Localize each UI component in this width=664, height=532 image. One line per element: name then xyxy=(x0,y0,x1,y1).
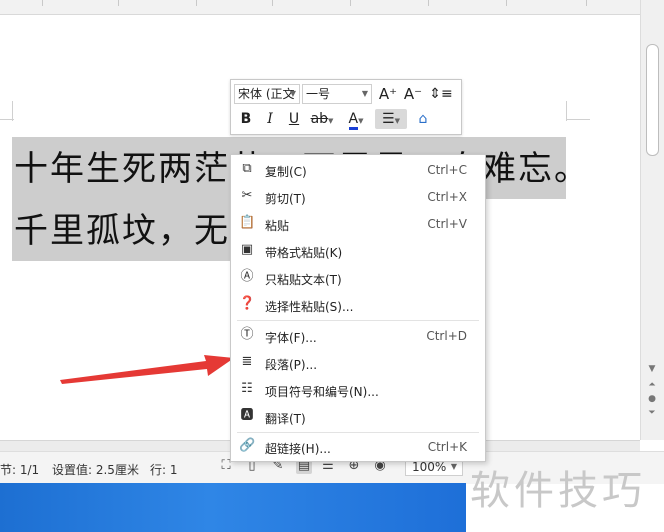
paste-text-icon: Ⓐ xyxy=(240,269,254,284)
menu-item-label: 字体(F)... xyxy=(265,331,317,345)
menu-item-label: 翻译(T) xyxy=(265,412,306,426)
prev-page-icon[interactable]: ⏶ xyxy=(645,380,659,390)
shrink-font-button[interactable]: A⁻ xyxy=(402,84,424,104)
bullets-icon: ☷ xyxy=(241,381,253,396)
menu-item-paste[interactable]: 📋 粘贴 Ctrl+V xyxy=(231,211,485,237)
copy-icon: ⧉ xyxy=(242,161,252,176)
font-name-select[interactable]: 宋体 (正文 ▼ xyxy=(234,84,300,104)
font-size-select[interactable]: 一号 ▼ xyxy=(302,84,372,104)
mini-format-toolbar: 宋体 (正文 ▼ 一号 ▼ A⁺ A⁻ ⇕≡ B I U ab▼ A▼ ☰▼ ⌂ xyxy=(230,79,462,135)
font-size-value: 一号 xyxy=(306,87,331,101)
menu-item-label: 项目符号和编号(N)... xyxy=(265,385,379,399)
paste-format-icon: ▣ xyxy=(240,242,254,257)
horizontal-ruler xyxy=(0,0,640,15)
menu-item-hyperlink[interactable]: 🔗 超链接(H)... Ctrl+K xyxy=(231,434,485,460)
watermark-text: 软件技巧 xyxy=(470,468,646,514)
font-icon: Ⓣ xyxy=(240,327,254,342)
font-color-button[interactable]: A▼ xyxy=(341,109,371,130)
vertical-scrollbar[interactable]: ▼ ⏶ ● ⏷ xyxy=(640,0,664,440)
menu-item-paste-text-only[interactable]: Ⓐ 只粘贴文本(T) xyxy=(231,265,485,291)
menu-item-shortcut: Ctrl+V xyxy=(427,217,467,231)
status-section: 节: 1/1 xyxy=(0,463,40,477)
status-setting: 设置值: 2.5厘米 xyxy=(52,463,139,477)
menu-item-paragraph[interactable]: ≣ 段落(P)... xyxy=(231,350,485,376)
menu-separator xyxy=(237,432,479,433)
format-painter-button[interactable]: ⌂ xyxy=(411,109,435,129)
status-row: 行: 1 xyxy=(150,463,178,477)
chevron-down-icon: ▼ xyxy=(328,117,334,125)
format-painter-icon: ⌂ xyxy=(418,111,428,127)
menu-item-label: 粘贴 xyxy=(265,219,290,233)
red-arrow-annotation xyxy=(60,355,234,384)
menu-item-paste-special[interactable]: ❓ 选择性粘贴(S)... xyxy=(231,292,485,318)
menu-item-paste-with-format[interactable]: ▣ 带格式粘贴(K) xyxy=(231,238,485,264)
context-menu: ⧉ 复制(C) Ctrl+C ✂ 剪切(T) Ctrl+X 📋 粘贴 Ctrl+… xyxy=(230,154,486,462)
menu-item-shortcut: Ctrl+C xyxy=(427,163,467,177)
paragraph-icon: ≣ xyxy=(241,354,253,369)
translate-icon: 🅰 xyxy=(240,408,254,423)
paste-icon: 📋 xyxy=(239,215,256,230)
italic-button[interactable]: I xyxy=(259,109,281,129)
menu-item-bullets-numbering[interactable]: ☷ 项目符号和编号(N)... xyxy=(231,377,485,403)
menu-item-label: 超链接(H)... xyxy=(265,442,331,456)
next-page-icon[interactable]: ⏷ xyxy=(645,408,659,418)
margin-corner-mark xyxy=(12,101,13,121)
grow-font-button[interactable]: A⁺ xyxy=(377,84,399,104)
menu-item-shortcut: Ctrl+X xyxy=(427,190,467,204)
menu-item-label: 选择性粘贴(S)... xyxy=(265,300,354,314)
chevron-down-icon: ▼ xyxy=(289,89,296,98)
menu-item-label: 复制(C) xyxy=(265,165,307,179)
menu-item-label: 剪切(T) xyxy=(265,192,306,206)
zoom-value: 100% xyxy=(412,460,447,474)
chevron-down-icon: ▼ xyxy=(394,117,400,125)
select-browse-icon[interactable]: ● xyxy=(645,394,659,404)
scrollbar-thumb[interactable] xyxy=(646,44,659,156)
menu-item-shortcut: Ctrl+K xyxy=(427,440,467,454)
underline-button[interactable]: U xyxy=(283,109,305,129)
menu-item-cut[interactable]: ✂ 剪切(T) Ctrl+X xyxy=(231,184,485,210)
chevron-down-icon: ▼ xyxy=(361,89,368,98)
margin-corner-mark xyxy=(566,119,590,120)
font-name-value: 宋体 (正文 xyxy=(238,87,295,101)
chevron-down-icon: ▼ xyxy=(358,117,364,125)
taskbar xyxy=(0,483,466,532)
paste-special-icon: ❓ xyxy=(239,296,256,311)
line-spacing-icon: ⇕≡ xyxy=(429,86,453,102)
line-spacing-button[interactable]: ⇕≡ xyxy=(427,84,455,104)
menu-item-label: 只粘贴文本(T) xyxy=(265,273,342,287)
font-color-label: A xyxy=(348,111,359,130)
margin-corner-mark xyxy=(566,101,567,121)
menu-item-label: 段落(P)... xyxy=(265,358,318,372)
menu-item-translate[interactable]: 🅰 翻译(T) xyxy=(231,404,485,430)
menu-separator xyxy=(237,320,479,321)
cut-icon: ✂ xyxy=(241,188,253,203)
menu-item-font[interactable]: Ⓣ 字体(F)... Ctrl+D xyxy=(231,323,485,349)
menu-item-copy[interactable]: ⧉ 复制(C) Ctrl+C xyxy=(231,157,485,183)
hyperlink-icon: 🔗 xyxy=(239,438,256,453)
menu-item-label: 带格式粘贴(K) xyxy=(265,246,343,260)
align-button[interactable]: ☰▼ xyxy=(375,109,407,129)
menu-item-shortcut: Ctrl+D xyxy=(426,329,467,343)
highlight-button[interactable]: ab▼ xyxy=(307,109,337,129)
scroll-down-icon[interactable]: ▼ xyxy=(645,364,659,374)
highlight-label: ab xyxy=(310,111,329,127)
bold-button[interactable]: B xyxy=(235,109,257,129)
align-icon: ☰ xyxy=(382,111,395,127)
margin-corner-mark xyxy=(0,119,14,120)
